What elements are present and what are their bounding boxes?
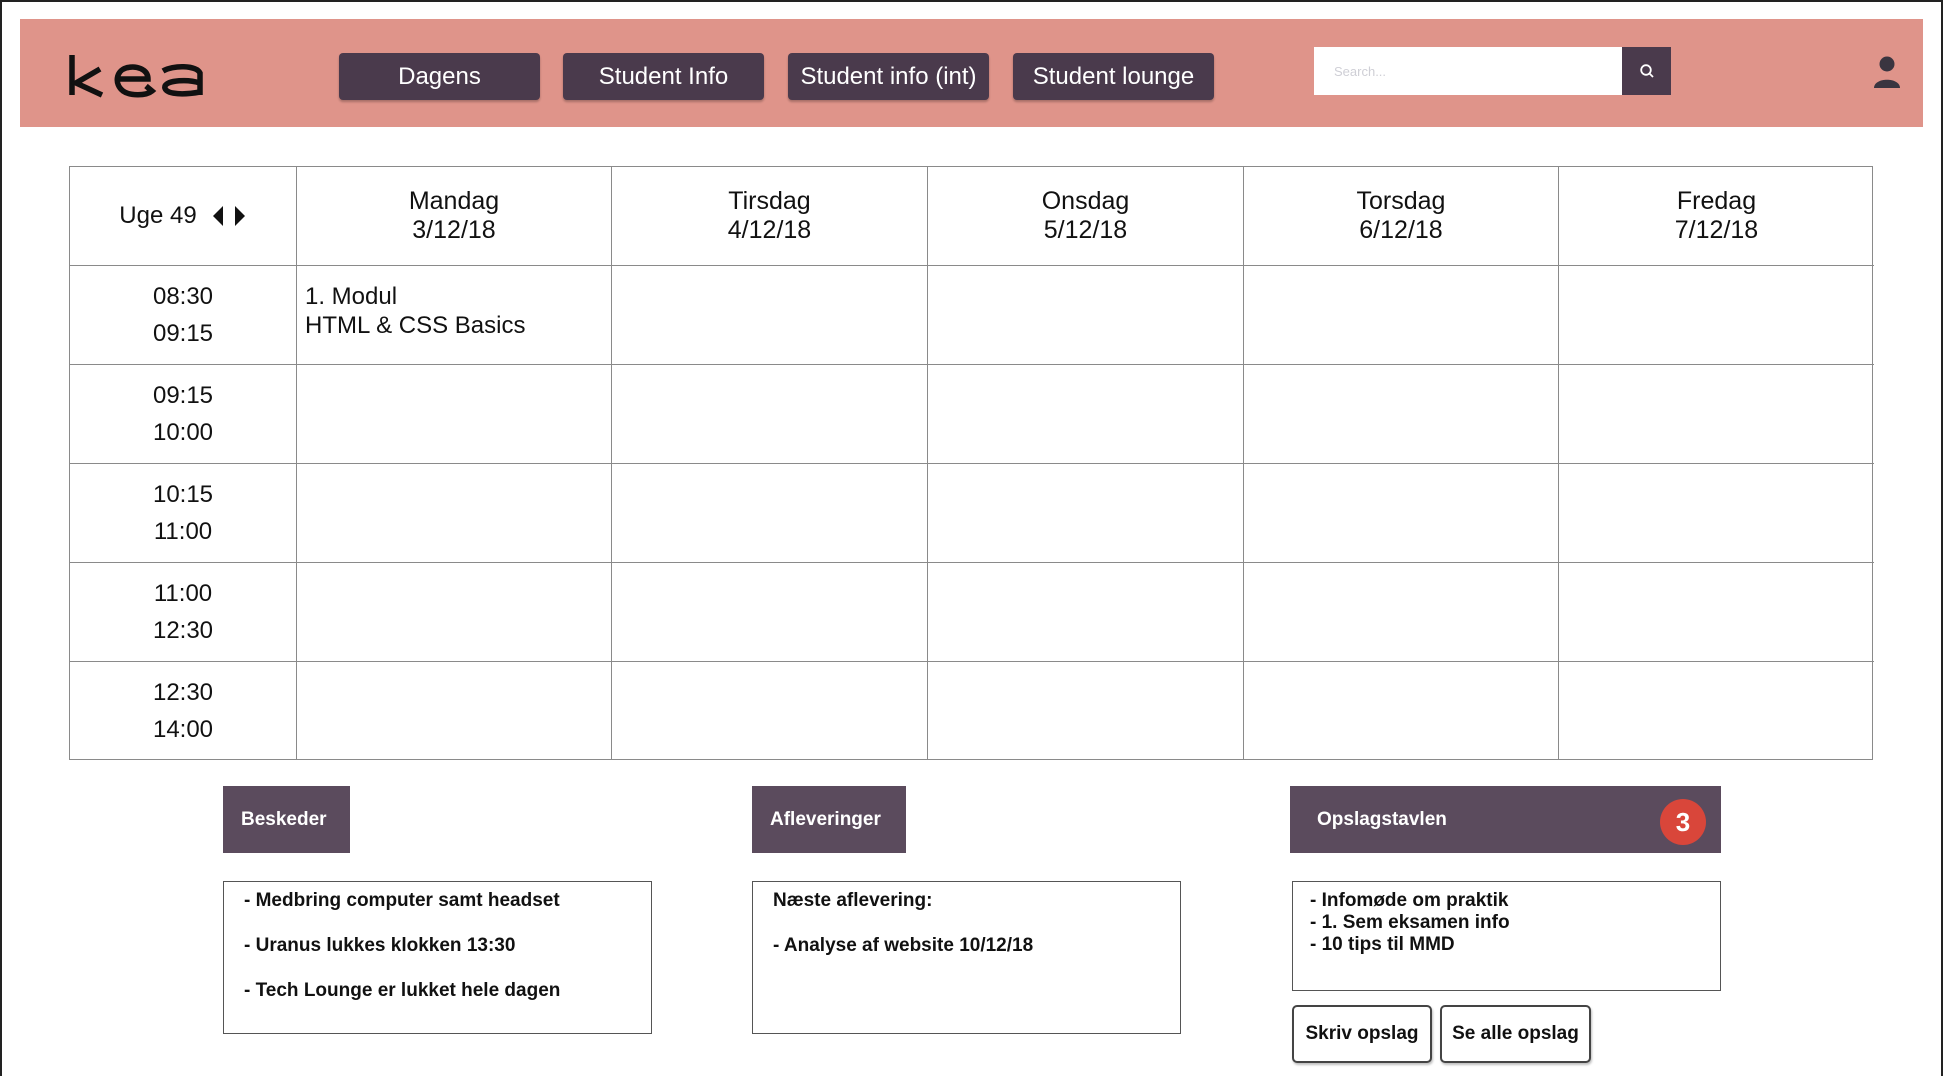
post-item[interactable]: - 1. Sem eksamen info — [1310, 912, 1510, 934]
week-label: Uge 49 — [119, 202, 197, 229]
schedule-slot[interactable] — [1559, 464, 1874, 563]
schedule-slot[interactable] — [1559, 266, 1874, 365]
beskeder-tab[interactable]: Beskeder — [223, 786, 350, 853]
time-slot-1: 08:30 09:15 — [70, 266, 297, 365]
schedule-slot[interactable] — [928, 266, 1244, 365]
time-end: 14:00 — [152, 715, 214, 743]
beskeder-box: - Medbring computer samt headset - Uranu… — [223, 881, 652, 1034]
schedule-slot[interactable] — [1244, 662, 1559, 759]
nav-student-info-int-button[interactable]: Student info (int) — [788, 53, 989, 100]
time-end: 09:15 — [152, 320, 214, 347]
day-header-torsdag: Torsdag 6/12/18 — [1244, 167, 1559, 266]
user-profile-icon[interactable] — [1873, 55, 1901, 89]
kea-logo[interactable]: kea — [68, 49, 213, 99]
afleveringer-tab[interactable]: Afleveringer — [752, 786, 906, 853]
time-end: 11:00 — [153, 518, 213, 545]
afleveringer-title: Afleveringer — [770, 808, 881, 830]
schedule-slot[interactable] — [612, 365, 928, 464]
opslagstavlen-tab[interactable]: Opslagstavlen 3 — [1290, 786, 1721, 853]
day-name: Torsdag — [1356, 187, 1446, 215]
schedule-slot[interactable] — [297, 662, 612, 759]
day-date: 5/12/18 — [1043, 216, 1128, 244]
schedule-slot[interactable] — [612, 266, 928, 365]
nav-student-info-button[interactable]: Student Info — [563, 53, 764, 100]
opslagstavlen-title: Opslagstavlen — [1317, 808, 1447, 830]
top-header: kea Dagens Student Info Student info (in… — [20, 19, 1923, 127]
time-slot-5: 12:30 14:00 — [70, 662, 297, 759]
day-date: 4/12/18 — [727, 216, 812, 244]
day-header-tirsdag: Tirsdag 4/12/18 — [612, 167, 928, 266]
time-start: 08:30 — [152, 283, 214, 310]
nav-dagens-button[interactable]: Dagens — [339, 53, 540, 100]
event-title: HTML & CSS Basics — [305, 312, 526, 339]
nav-student-lounge-button[interactable]: Student lounge — [1013, 53, 1214, 100]
search-icon — [1639, 64, 1654, 78]
schedule-slot[interactable] — [928, 365, 1244, 464]
afleveringer-box: Næste aflevering: - Analyse af website 1… — [752, 881, 1181, 1034]
time-start: 10:15 — [152, 481, 214, 508]
message-item: - Medbring computer samt headset — [244, 890, 560, 911]
day-date: 7/12/18 — [1674, 216, 1759, 244]
time-start: 09:15 — [152, 382, 214, 409]
day-name: Tirsdag — [728, 187, 811, 215]
search-button[interactable] — [1622, 47, 1671, 95]
time-end: 12:30 — [152, 617, 214, 644]
assignment-item: - Analyse af website 10/12/18 — [773, 935, 1034, 956]
next-week-arrow-icon[interactable] — [233, 205, 247, 227]
day-date: 6/12/18 — [1359, 216, 1443, 244]
week-schedule-table: Uge 49 Mandag 3/12/18 Tirsdag 4/12/18 On… — [69, 166, 1874, 760]
day-header-onsdag: Onsdag 5/12/18 — [928, 167, 1244, 266]
search-input[interactable] — [1314, 47, 1622, 95]
notification-count-badge: 3 — [1660, 799, 1706, 845]
schedule-slot[interactable] — [297, 563, 612, 662]
opslagstavlen-box: - Infomøde om praktik - 1. Sem eksamen i… — [1292, 881, 1721, 991]
schedule-slot[interactable] — [1244, 365, 1559, 464]
schedule-slot[interactable] — [1244, 563, 1559, 662]
schedule-slot[interactable] — [612, 464, 928, 563]
beskeder-title: Beskeder — [241, 808, 327, 830]
schedule-slot[interactable] — [612, 563, 928, 662]
schedule-slot[interactable]: 1. Modul HTML & CSS Basics — [297, 266, 612, 365]
time-start: 11:00 — [153, 580, 213, 607]
time-slot-3: 10:15 11:00 — [70, 464, 297, 563]
previous-week-arrow-icon[interactable] — [211, 205, 225, 227]
day-date: 3/12/18 — [412, 216, 496, 244]
event-module: 1. Modul — [305, 283, 398, 310]
schedule-slot[interactable] — [928, 662, 1244, 759]
time-slot-2: 09:15 10:00 — [70, 365, 297, 464]
time-slot-4: 11:00 12:30 — [70, 563, 297, 662]
see-all-posts-button[interactable]: Se alle opslag — [1440, 1005, 1591, 1063]
schedule-slot[interactable] — [297, 365, 612, 464]
time-end: 10:00 — [152, 419, 214, 446]
time-start: 12:30 — [152, 678, 214, 706]
day-header-fredag: Fredag 7/12/18 — [1559, 167, 1874, 266]
schedule-slot[interactable] — [928, 464, 1244, 563]
schedule-slot[interactable] — [1559, 662, 1874, 759]
schedule-slot[interactable] — [1244, 266, 1559, 365]
message-item: - Tech Lounge er lukket hele dagen — [244, 980, 561, 1001]
schedule-slot[interactable] — [1244, 464, 1559, 563]
day-header-mandag: Mandag 3/12/18 — [297, 167, 612, 266]
next-assignment-heading: Næste aflevering: — [773, 890, 933, 911]
write-post-button[interactable]: Skriv opslag — [1292, 1005, 1432, 1063]
schedule-event[interactable]: 1. Modul HTML & CSS Basics — [305, 282, 526, 340]
schedule-slot[interactable] — [1559, 563, 1874, 662]
schedule-slot[interactable] — [612, 662, 928, 759]
schedule-slot[interactable] — [928, 563, 1244, 662]
message-item: - Uranus lukkes klokken 13:30 — [244, 935, 516, 956]
day-name: Fredag — [1676, 187, 1757, 215]
post-item[interactable]: - Infomøde om praktik — [1310, 890, 1508, 912]
schedule-slot[interactable] — [297, 464, 612, 563]
day-name: Mandag — [408, 187, 500, 215]
day-name: Onsdag — [1041, 187, 1130, 215]
schedule-slot[interactable] — [1559, 365, 1874, 464]
post-item[interactable]: - 10 tips til MMD — [1310, 934, 1455, 956]
week-navigator: Uge 49 — [70, 167, 297, 266]
